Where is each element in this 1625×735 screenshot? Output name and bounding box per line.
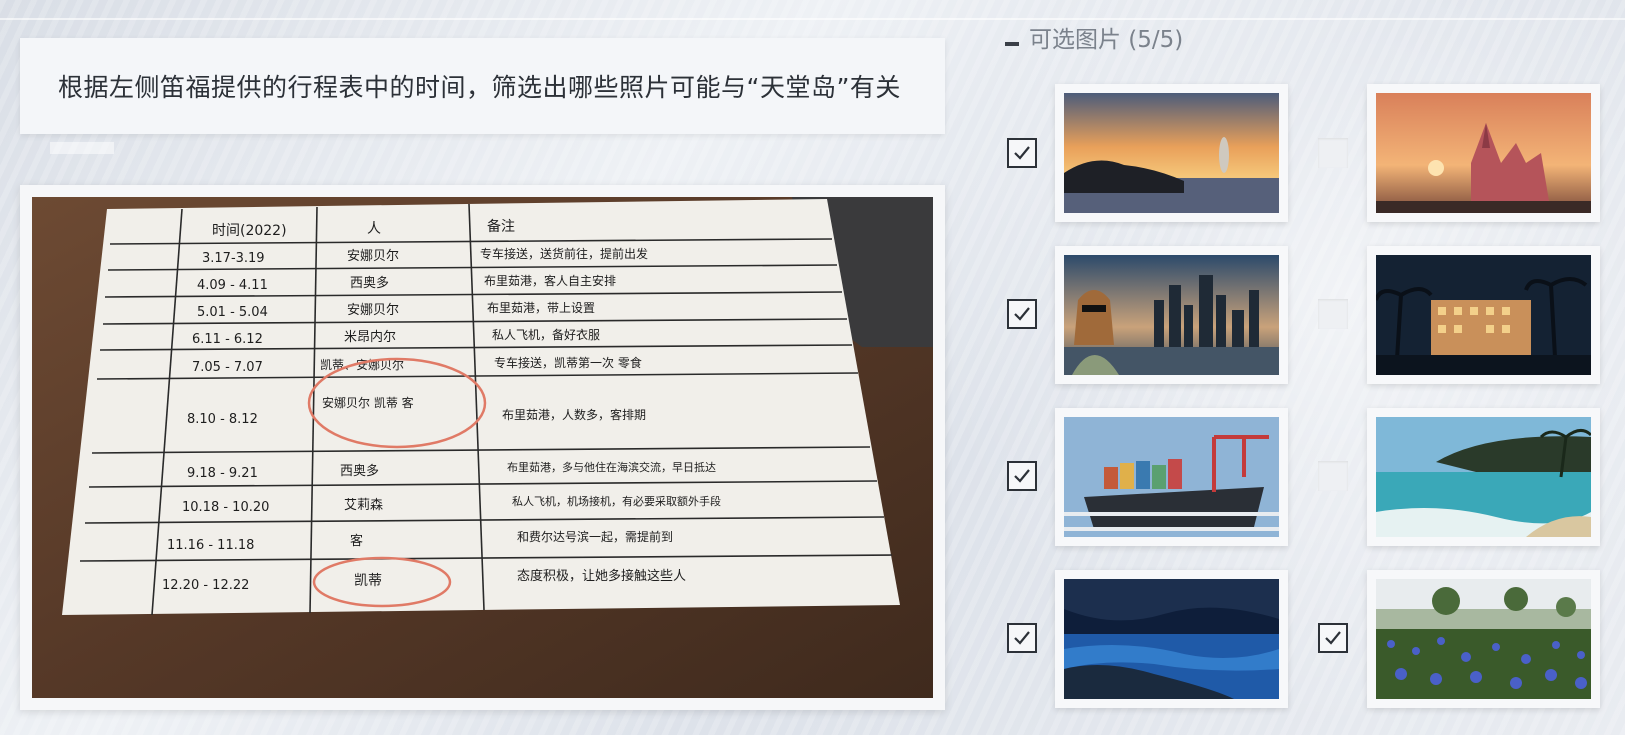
thumb-checkbox-3[interactable] [1007, 299, 1037, 329]
schedule-row-0-person: 安娜贝尔 [347, 249, 399, 264]
panel-title: 可选图片 (5/5) [1029, 27, 1184, 53]
schedule-row-6-note: 布里茹港，多与他住在海滨交流，早日抵达 [507, 460, 716, 474]
thumbnail-sunset-sea-rock[interactable] [1055, 84, 1288, 222]
schedule-row-0-time: 3.17-3.19 [202, 251, 265, 266]
schedule-row-9-note: 态度积极，让她多接触这些人 [517, 568, 686, 584]
schedule-row-5-person: 安娜贝尔 凯蒂 客 [322, 395, 414, 410]
check-icon [1014, 631, 1030, 645]
schedule-row-3-person: 米昂内尔 [344, 329, 396, 345]
schedule-row-1-note: 布里茹港，客人自主安排 [484, 273, 616, 288]
thumb-checkbox-1[interactable] [1007, 138, 1037, 168]
schedule-row-3-time: 6.11 - 6.12 [192, 332, 263, 347]
schedule-row-8-time: 11.16 - 11.18 [167, 538, 254, 553]
thumbnail-night-palm-hotel[interactable] [1367, 246, 1600, 384]
schedule-row-7-note: 私人飞机，机场接机，有必要采取额外手段 [512, 494, 721, 508]
schedule-row-4-note: 专车接送，凯蒂第一次 零食 [494, 355, 642, 370]
schedule-row-1-time: 4.09 - 4.11 [197, 278, 268, 293]
schedule-row-2-time: 5.01 - 5.04 [197, 305, 268, 320]
woman-city-skyline-image [1064, 255, 1279, 375]
sunset-sea-rock-image [1064, 93, 1279, 213]
check-icon [1014, 469, 1030, 483]
thumbnail-blue-cave-night[interactable] [1055, 570, 1288, 708]
cargo-ship-port-image [1064, 417, 1279, 537]
panel-header: 可选图片 (5/5) [1005, 20, 1183, 54]
schedule-row-8-person: 客 [350, 533, 363, 549]
schedule-header-note: 备注 [487, 218, 515, 235]
thumb-checkbox-7[interactable] [1007, 623, 1037, 653]
instruction-text: 根据左侧笛福提供的行程表中的时间，筛选出哪些照片可能与“天堂岛”有关 [58, 73, 901, 102]
schedule-row-6-person: 西奥多 [340, 463, 379, 479]
schedule-row-7-time: 10.18 - 10.20 [182, 500, 269, 515]
schedule-row-0-note: 专车接送，送货前往，提前出发 [480, 246, 648, 261]
pink-castle-sunset-image [1376, 93, 1591, 213]
thumbnail-cargo-ship-port[interactable] [1055, 408, 1288, 546]
schedule-row-7-person: 艾莉森 [344, 498, 383, 513]
schedule-header-person: 人 [367, 221, 381, 237]
schedule-row-9-time: 12.20 - 12.22 [162, 578, 249, 593]
schedule-row-5-time: 8.10 - 8.12 [187, 412, 258, 427]
top-divider [0, 18, 1625, 20]
thumb-checkbox-4[interactable] [1318, 299, 1348, 329]
instruction-banner: 根据左侧笛福提供的行程表中的时间，筛选出哪些照片可能与“天堂岛”有关 [20, 38, 945, 134]
thumb-checkbox-5[interactable] [1007, 461, 1037, 491]
thumb-checkbox-2[interactable] [1318, 138, 1348, 168]
thumbnail-blue-flower-field[interactable] [1367, 570, 1600, 708]
schedule-row-6-time: 9.18 - 9.21 [187, 466, 258, 481]
schedule-header-time: 时间(2022) [212, 223, 287, 239]
schedule-photo-frame: 时间(2022) 人 备注 3.17-3.19 安娜贝尔 专车接送，送货前往，提… [20, 185, 945, 710]
tropical-beach-image [1376, 417, 1591, 537]
title-dash [1005, 42, 1019, 46]
schedule-photo: 时间(2022) 人 备注 3.17-3.19 安娜贝尔 专车接送，送货前往，提… [32, 197, 933, 698]
check-icon [1325, 631, 1341, 645]
blue-flower-field-image [1376, 579, 1591, 699]
thumbnail-pink-castle-sunset[interactable] [1367, 84, 1600, 222]
decorative-bar [50, 142, 114, 154]
schedule-row-3-note: 私人飞机，备好衣服 [492, 327, 600, 342]
schedule-row-8-note: 和费尔达号滨一起，需提前到 [517, 529, 673, 544]
blue-cave-night-image [1064, 579, 1279, 699]
schedule-row-4-time: 7.05 - 7.07 [192, 360, 263, 375]
schedule-paper-illustration: 时间(2022) 人 备注 3.17-3.19 安娜贝尔 专车接送，送货前往，提… [32, 197, 933, 698]
thumbnail-woman-city-skyline[interactable] [1055, 246, 1288, 384]
schedule-row-9-person: 凯蒂 [354, 573, 382, 589]
schedule-row-2-note: 布里茹港，带上设置 [487, 301, 595, 315]
thumb-checkbox-8[interactable] [1318, 623, 1348, 653]
schedule-row-1-person: 西奥多 [350, 275, 389, 291]
thumbnail-tropical-beach[interactable] [1367, 408, 1600, 546]
check-icon [1014, 146, 1030, 160]
night-palm-hotel-image [1376, 255, 1591, 375]
schedule-row-2-person: 安娜贝尔 [347, 303, 399, 318]
thumb-checkbox-6[interactable] [1318, 461, 1348, 491]
check-icon [1014, 307, 1030, 321]
schedule-row-5-note: 布里茹港，人数多，客排期 [502, 407, 646, 422]
